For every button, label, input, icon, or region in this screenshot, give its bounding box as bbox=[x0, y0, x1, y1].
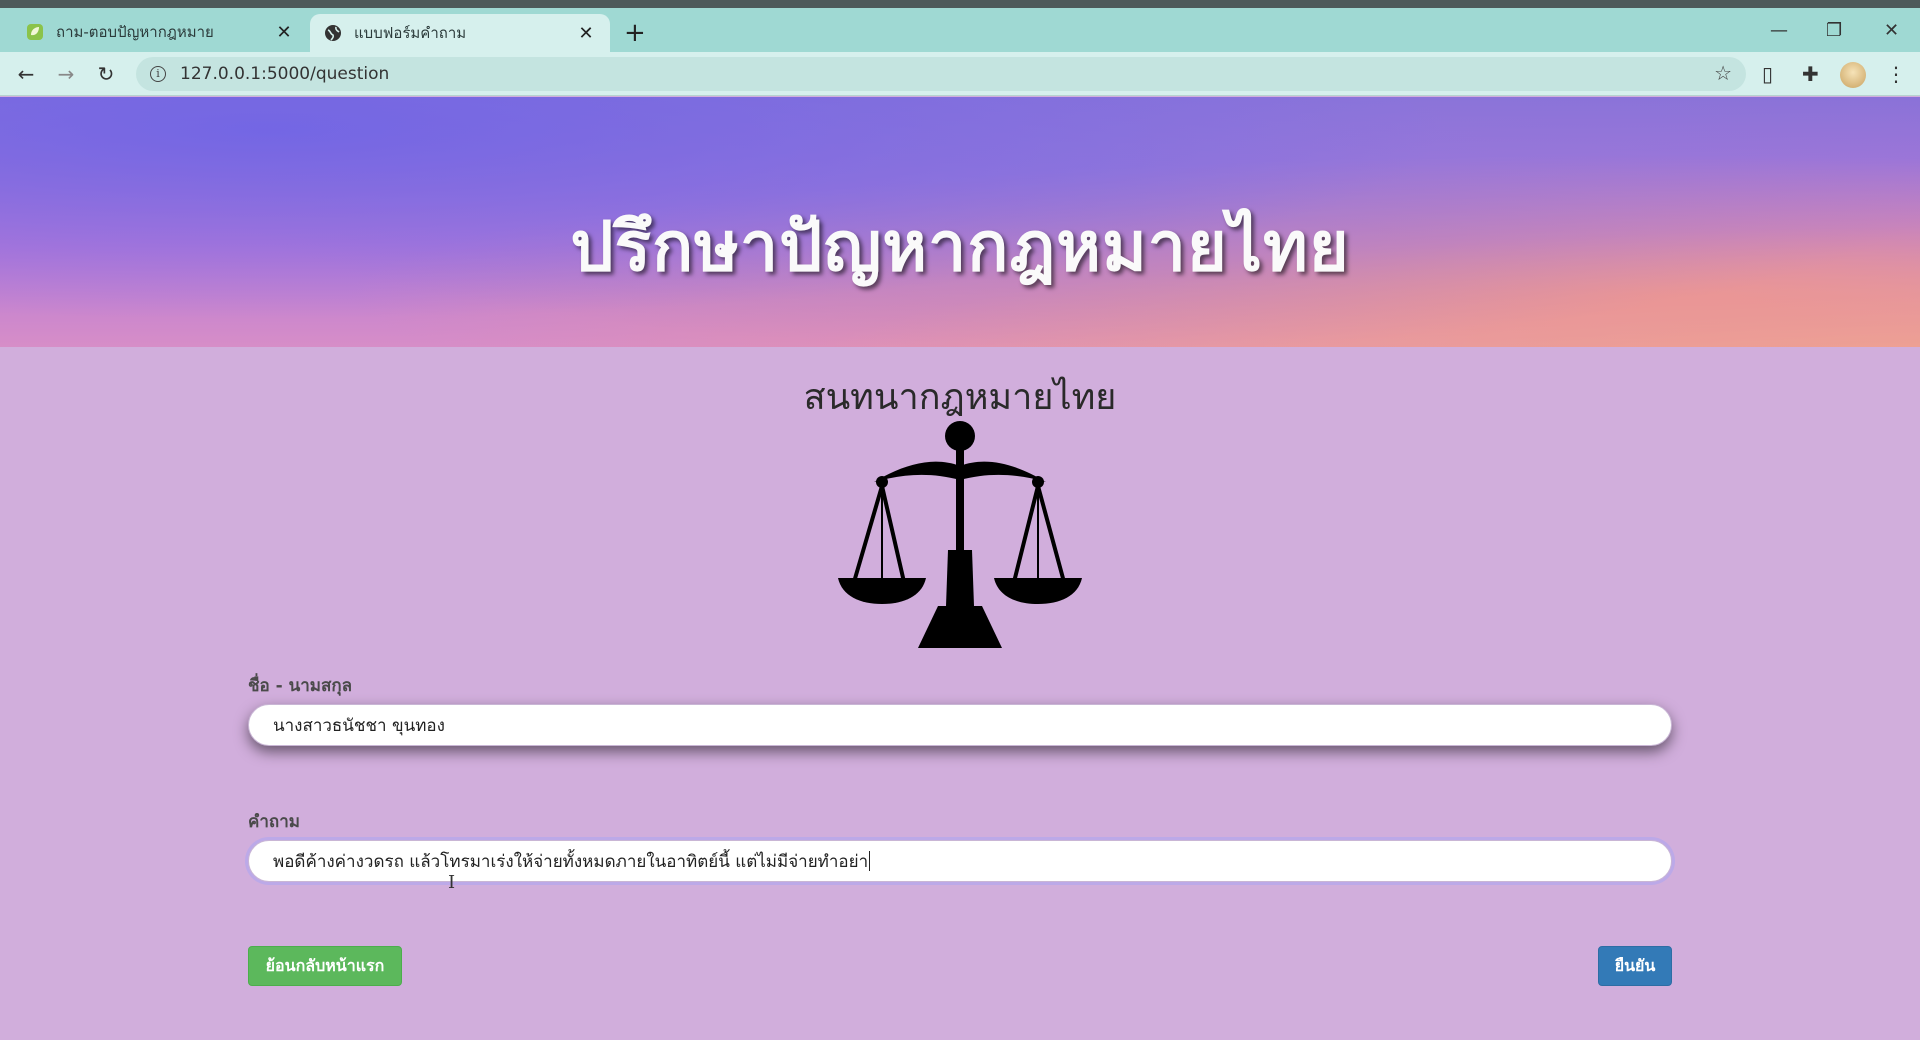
close-tab-icon[interactable]: ✕ bbox=[274, 22, 294, 43]
question-label: คำถาม bbox=[248, 812, 300, 832]
back-to-home-button[interactable]: ย้อนกลับหน้าแรก bbox=[248, 946, 402, 986]
page-subtitle: สนทนากฎหมายไทย bbox=[803, 377, 1117, 418]
extensions-puzzle-icon[interactable]: ✚ bbox=[1802, 62, 1819, 86]
reading-list-icon[interactable]: ▯ bbox=[1762, 62, 1773, 86]
close-tab-icon[interactable]: ✕ bbox=[576, 23, 596, 44]
reload-icon[interactable]: ↻ bbox=[92, 60, 120, 88]
back-arrow-icon[interactable]: ← bbox=[12, 60, 40, 88]
close-window-icon[interactable]: ✕ bbox=[1884, 20, 1899, 41]
tab-title: แบบฟอร์มคำถาม bbox=[354, 24, 467, 42]
text-caret bbox=[869, 851, 871, 871]
browser-toolbar: ← → ↻ i 127.0.0.1:5000/question ☆ ▯ ✚ ⋮ bbox=[0, 52, 1920, 96]
scales-of-justice-icon bbox=[838, 421, 1082, 648]
globe-icon bbox=[325, 25, 341, 41]
name-label: ชื่อ - นามสกุล bbox=[248, 676, 353, 696]
new-tab-button[interactable]: + bbox=[624, 20, 646, 46]
forward-arrow-icon[interactable]: → bbox=[52, 60, 80, 88]
submit-button[interactable]: ยืนยัน bbox=[1598, 946, 1672, 986]
tab-title: ถาม-ตอบปัญหากฎหมาย bbox=[56, 23, 214, 41]
name-input[interactable]: นางสาวธนัชชา ขุนทอง bbox=[248, 704, 1672, 746]
url-text: 127.0.0.1:5000/question bbox=[180, 64, 390, 84]
menu-kebab-icon[interactable]: ⋮ bbox=[1886, 62, 1906, 86]
question-input[interactable]: พอดีค้างค่างวดรถ แล้วโทรมาเร่งให้จ่ายทั้… bbox=[248, 840, 1672, 882]
restore-icon[interactable]: ❐ bbox=[1826, 20, 1842, 41]
tab-question-form[interactable]: แบบฟอร์มคำถาม ✕ bbox=[310, 14, 610, 52]
browser-tab-bar: ถาม-ตอบปัญหากฎหมาย ✕ แบบฟอร์มคำถาม ✕ + —… bbox=[0, 0, 1920, 52]
profile-avatar[interactable] bbox=[1840, 62, 1866, 88]
name-input-value: นางสาวธนัชชา ขุนทอง bbox=[273, 715, 445, 736]
address-bar[interactable]: i 127.0.0.1:5000/question ☆ bbox=[136, 57, 1746, 91]
minimize-icon[interactable]: — bbox=[1770, 20, 1788, 41]
site-info-icon[interactable]: i bbox=[150, 66, 166, 82]
leaf-icon bbox=[27, 24, 43, 40]
bookmark-star-icon[interactable]: ☆ bbox=[1714, 61, 1732, 85]
hero-title: ปรึกษาปัญหากฎหมายไทย bbox=[570, 207, 1350, 287]
hero-banner: ปรึกษาปัญหากฎหมายไทย bbox=[0, 97, 1920, 347]
tab-qa-law[interactable]: ถาม-ตอบปัญหากฎหมาย ✕ bbox=[12, 12, 308, 52]
question-input-value: พอดีค้างค่างวดรถ แล้วโทรมาเร่งให้จ่ายทั้… bbox=[273, 851, 869, 872]
ibeam-cursor-icon: I bbox=[448, 872, 456, 893]
